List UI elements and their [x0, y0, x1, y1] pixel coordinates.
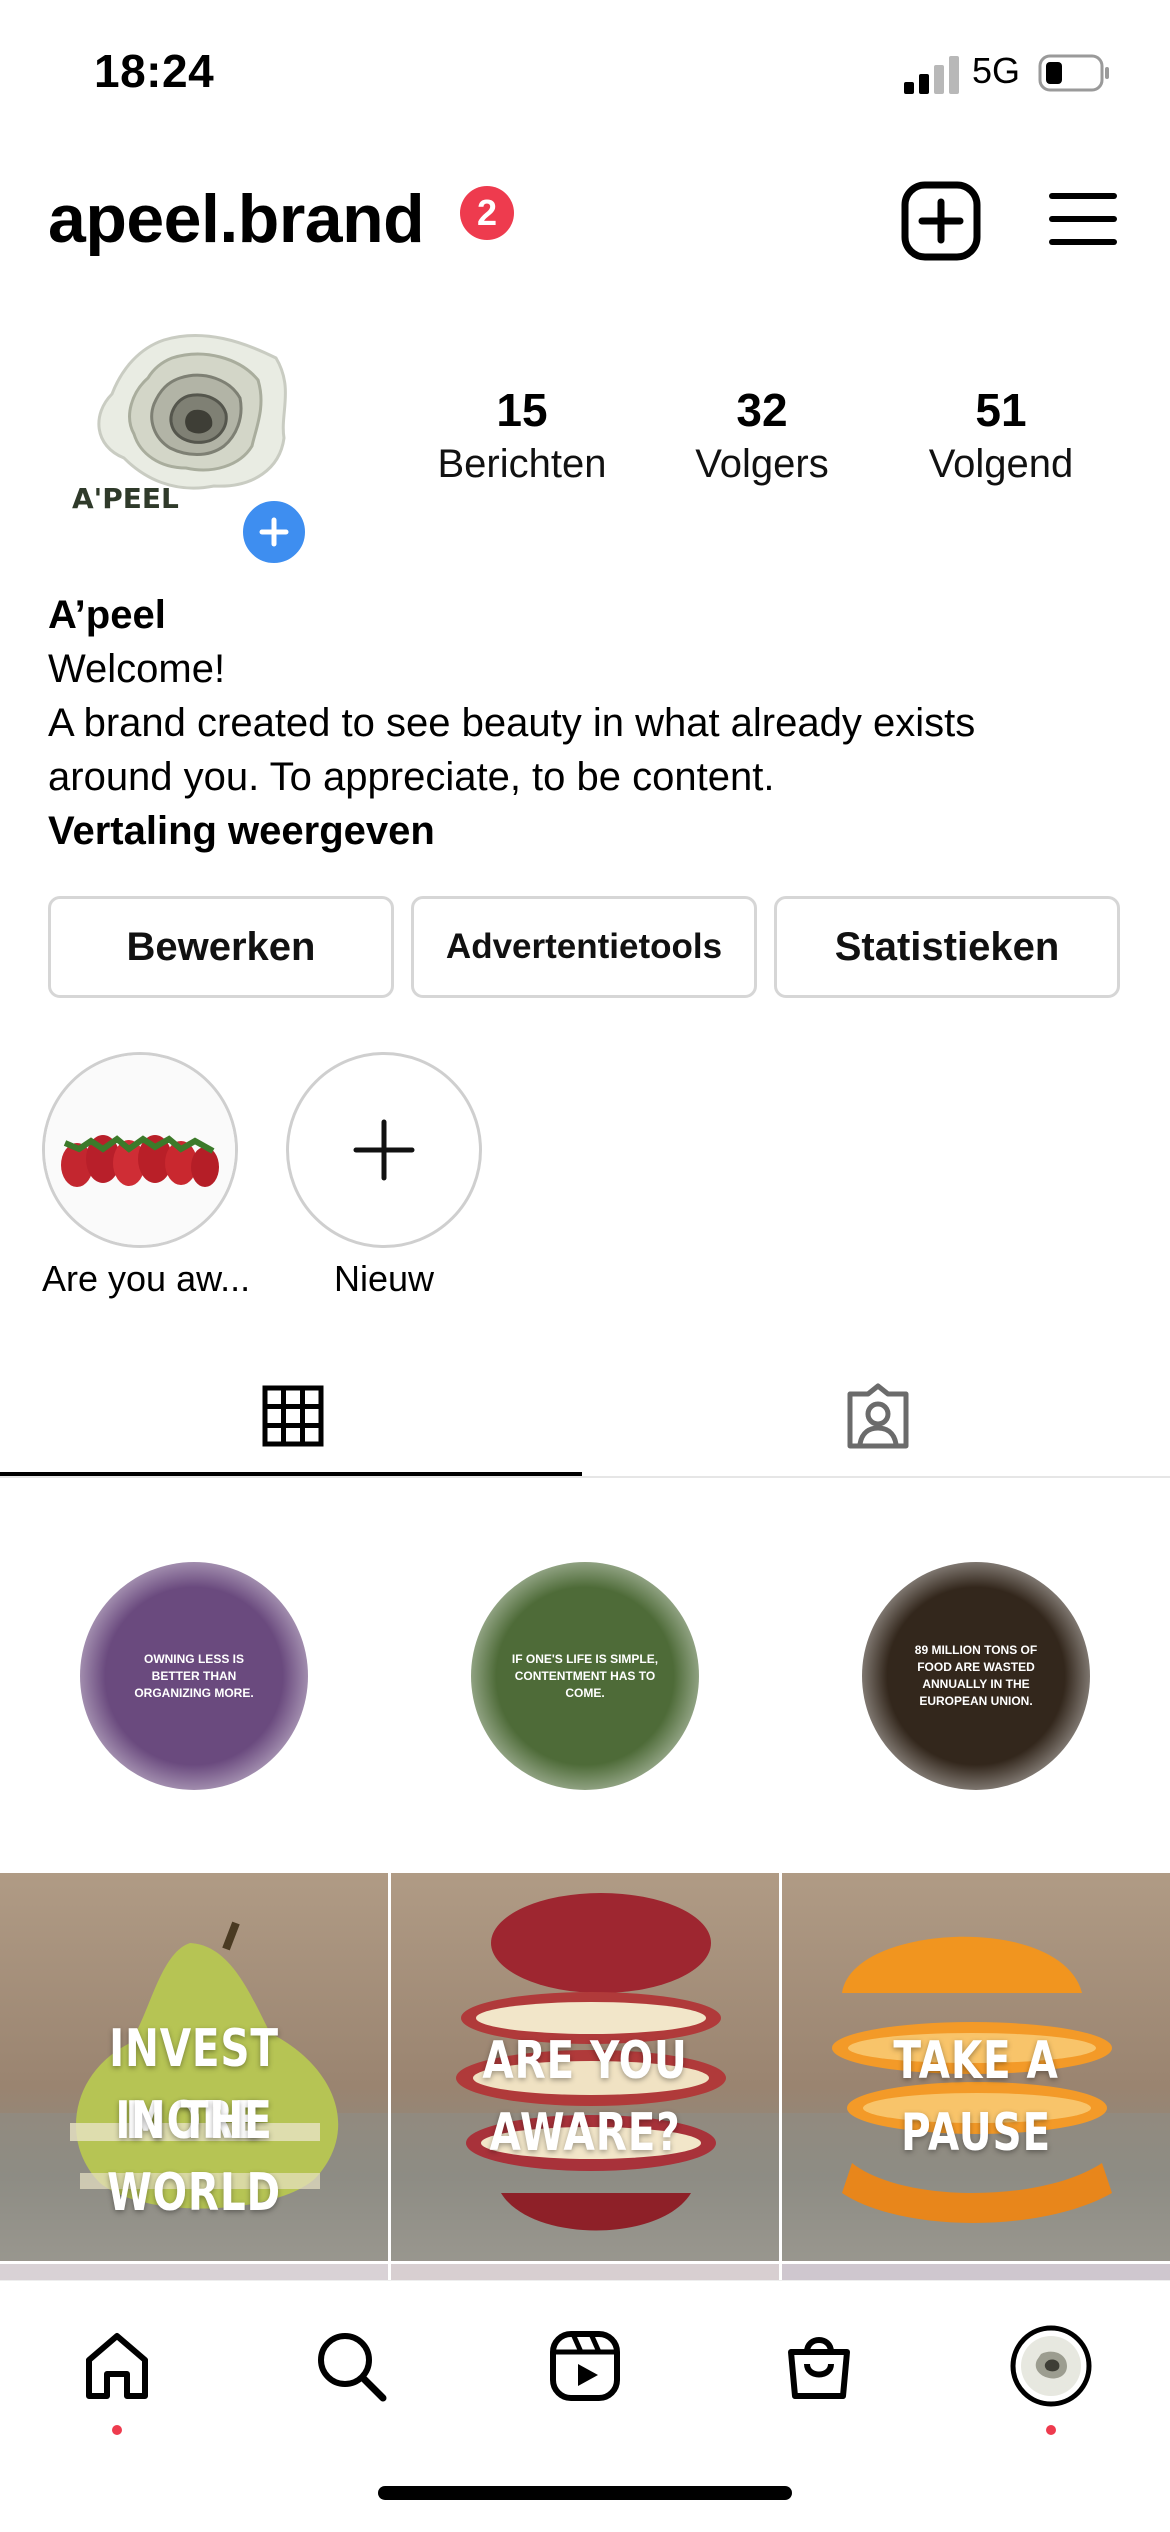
profile-tabs: [0, 1356, 1170, 1478]
post-tile[interactable]: ARE YOU AWARE?: [391, 1873, 779, 2261]
tab-tagged[interactable]: [585, 1356, 1170, 1476]
home-indicator: [378, 2486, 792, 2500]
post-tile[interactable]: OWNING LESS IS BETTER THAN ORGANIZING MO…: [0, 1482, 388, 1870]
insights-button[interactable]: Statistieken: [774, 896, 1120, 998]
following-count: 51: [975, 384, 1027, 436]
nav-profile-dot: [1046, 2425, 1056, 2435]
plus-square-icon[interactable]: [900, 180, 982, 262]
bio-line: Welcome!: [48, 647, 226, 691]
plus-icon: [353, 1119, 415, 1181]
profile-header: apeel.brand 2: [0, 170, 1170, 270]
highlight-cover: [42, 1052, 238, 1248]
post-tile[interactable]: [782, 2264, 1170, 2280]
new-highlight-button[interactable]: Nieuw: [286, 1052, 482, 1300]
clock: 18:24: [94, 45, 215, 97]
following-label: Volgend: [928, 442, 1074, 486]
network-type: 5G: [972, 50, 1021, 91]
highlight-label: Are you aw...: [42, 1258, 251, 1299]
search-icon: [318, 2333, 387, 2402]
account-username[interactable]: apeel.brand: [48, 180, 425, 258]
plus-icon: [259, 517, 289, 547]
post-quote: OWNING LESS IS BETTER THAN ORGANIZING MO…: [80, 1562, 308, 1790]
svg-text:A'PEEL: A'PEEL: [72, 482, 179, 515]
post-caption-line: ARE YOU: [482, 2031, 688, 2091]
post-tile[interactable]: IF ONE'S LIFE IS SIMPLE, CONTENTMENT HAS…: [391, 1482, 779, 1870]
posts-grid: OWNING LESS IS BETTER THAN ORGANIZING MO…: [0, 1482, 1170, 2280]
post-caption-line: WORLD: [107, 2163, 281, 2223]
edit-profile-button[interactable]: Bewerken: [48, 896, 394, 998]
post-tile[interactable]: TAKE A PAUSE: [782, 1873, 1170, 2261]
post-caption-line: TAKE A: [893, 2031, 1059, 2091]
post-tile[interactable]: [0, 2264, 388, 2280]
tagged-user-icon: [847, 1383, 908, 1449]
post-caption-line: PAUSE: [901, 2103, 1051, 2163]
battery-icon: [1038, 54, 1109, 92]
nav-search[interactable]: [306, 2321, 396, 2411]
post-caption-line: AWARE?: [489, 2103, 681, 2163]
highlight-item[interactable]: Are you aw...: [42, 1052, 251, 1300]
ad-tools-button[interactable]: Advertentietools: [411, 896, 757, 998]
nav-reels[interactable]: [540, 2321, 630, 2411]
profile-bio: A’peel Welcome! A brand created to see b…: [48, 588, 1128, 858]
tab-grid[interactable]: [0, 1356, 585, 1476]
nav-home[interactable]: [72, 2321, 162, 2411]
post-quote: 89 MILLION TONS OF FOOD ARE WASTED ANNUA…: [862, 1562, 1090, 1790]
stat-posts[interactable]: 15 Berichten: [412, 382, 632, 490]
translate-link[interactable]: Vertaling weergeven: [48, 804, 1128, 858]
profile-avatar[interactable]: A'PEEL: [44, 318, 310, 568]
nav-shop[interactable]: [774, 2321, 864, 2411]
reels-icon: [550, 2331, 620, 2401]
home-icon: [86, 2333, 148, 2399]
posts-label: Berichten: [437, 442, 607, 486]
hamburger-menu-icon[interactable]: [1048, 184, 1118, 254]
post-tile[interactable]: 89 MILLION TONS OF FOOD ARE WASTED ANNUA…: [782, 1482, 1170, 1870]
active-tab-indicator: [0, 1472, 582, 1476]
stat-followers[interactable]: 32 Volgers: [652, 382, 872, 490]
nav-profile[interactable]: [1006, 2321, 1096, 2411]
post-tile[interactable]: [391, 2264, 779, 2280]
highlight-label: Nieuw: [333, 1258, 435, 1299]
followers-label: Volgers: [695, 442, 829, 486]
grid-icon: [262, 1385, 323, 1447]
stat-following[interactable]: 51 Volgend: [891, 382, 1111, 490]
post-caption-line: IN THE: [115, 2091, 273, 2151]
post-quote: IF ONE'S LIFE IS SIMPLE, CONTENTMENT HAS…: [471, 1562, 699, 1790]
new-highlight-circle: [286, 1052, 482, 1248]
profile-name: A’peel: [48, 593, 166, 637]
bio-line: A brand created to see beauty in what al…: [48, 701, 976, 745]
post-tile[interactable]: INVEST MORE IN THE WORLD: [0, 1873, 388, 2261]
bio-line: around you. To appreciate, to be content…: [48, 755, 775, 799]
notification-badge[interactable]: 2: [460, 186, 514, 240]
status-bar: 18:24 5G: [0, 0, 1170, 150]
nav-home-dot: [112, 2425, 122, 2435]
followers-count: 32: [736, 384, 788, 436]
shopping-bag-icon: [788, 2337, 850, 2399]
posts-count: 15: [496, 384, 548, 436]
strawberries-thumbnail: [45, 1055, 235, 1245]
add-story-button[interactable]: [238, 496, 310, 568]
signal-icon: [904, 56, 959, 94]
profile-avatar-icon: [1010, 2325, 1092, 2407]
